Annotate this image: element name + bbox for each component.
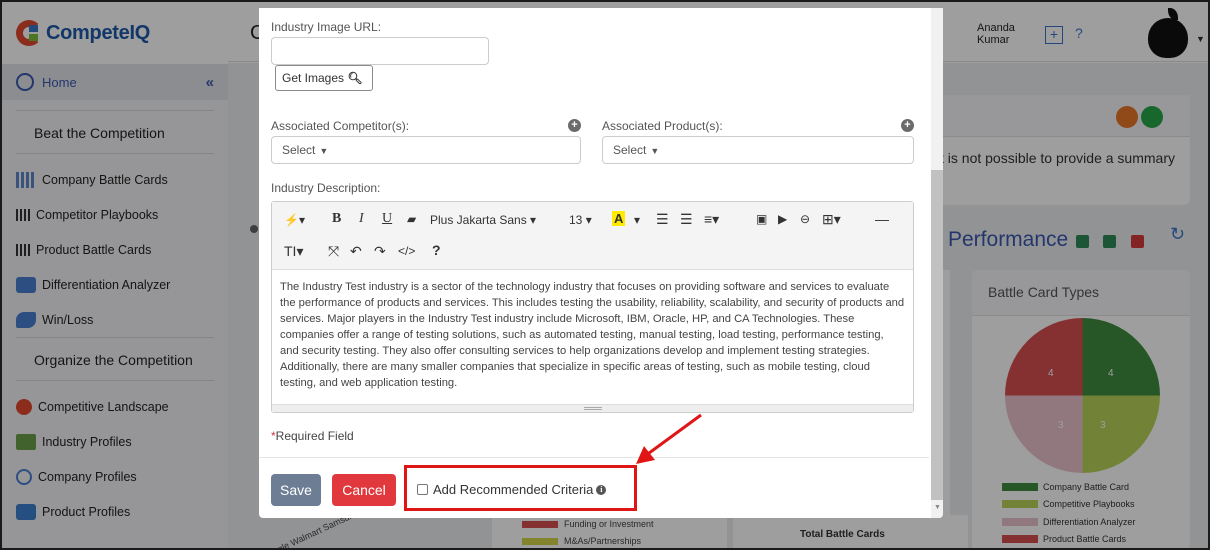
required-field-label: Required Field bbox=[275, 429, 354, 443]
code-view-button[interactable]: </> bbox=[398, 244, 415, 258]
industry-image-url-label: Industry Image URL: bbox=[271, 20, 382, 34]
italic-button[interactable]: I bbox=[359, 211, 364, 227]
text-transform-icon[interactable]: TI▾ bbox=[284, 243, 303, 260]
magic-wand-icon[interactable]: ⚡▾ bbox=[284, 213, 305, 227]
text-transform-label: TI bbox=[284, 243, 297, 259]
undo-icon[interactable]: ↶ bbox=[350, 243, 362, 260]
table-icon[interactable]: ⊞▾ bbox=[822, 211, 841, 228]
select-placeholder: Select bbox=[613, 143, 647, 157]
text-color-icon[interactable]: A bbox=[612, 211, 626, 226]
get-images-label: Get Images bbox=[282, 71, 345, 85]
bold-button[interactable]: B bbox=[332, 211, 341, 227]
editor-toolbar: ⚡▾ B I U ▰ Plus Jakarta Sans ▾ 13 ▾ A ▾ … bbox=[272, 202, 913, 270]
rich-text-editor: ⚡▾ B I U ▰ Plus Jakarta Sans ▾ 13 ▾ A ▾ … bbox=[271, 201, 914, 413]
video-icon[interactable]: ▶ bbox=[778, 212, 787, 226]
text-color-caret-icon[interactable]: ▾ bbox=[634, 213, 640, 227]
cancel-button[interactable]: Cancel bbox=[332, 474, 396, 506]
redo-icon[interactable]: ↷ bbox=[374, 243, 386, 260]
horizontal-rule-icon[interactable]: — bbox=[875, 211, 889, 227]
modal-scrollbar[interactable]: ▼ bbox=[931, 8, 943, 518]
scroll-down-icon[interactable]: ▼ bbox=[934, 504, 941, 511]
font-size-select[interactable]: 13 ▾ bbox=[569, 213, 592, 227]
scrollbar-thumb[interactable] bbox=[931, 170, 943, 500]
editor-resize-handle[interactable] bbox=[272, 404, 913, 412]
add-product-icon[interactable]: + bbox=[901, 119, 914, 132]
industry-description-label: Industry Description: bbox=[271, 181, 381, 195]
add-competitor-icon[interactable]: + bbox=[568, 119, 581, 132]
link-icon[interactable]: ⊖ bbox=[800, 212, 810, 226]
ordered-list-icon[interactable]: ☰ bbox=[680, 211, 693, 228]
annotation-arrow bbox=[636, 413, 702, 464]
font-family-value: Plus Jakarta Sans bbox=[430, 213, 527, 227]
image-icon[interactable]: ▣ bbox=[756, 212, 767, 226]
competitors-select[interactable]: Select ▼ bbox=[271, 136, 581, 164]
search-icon: 🔍︎ bbox=[347, 71, 363, 85]
get-images-button[interactable]: Get Images 🔍︎ bbox=[275, 65, 373, 91]
industry-description-text[interactable]: The Industry Test industry is a sector o… bbox=[272, 270, 913, 400]
required-field-note: *Required Field bbox=[271, 429, 354, 443]
industry-image-url-input[interactable] bbox=[271, 37, 489, 65]
select-placeholder: Select bbox=[282, 143, 316, 157]
eraser-icon[interactable]: ▰ bbox=[407, 212, 416, 226]
products-select[interactable]: Select ▼ bbox=[602, 136, 914, 164]
font-family-select[interactable]: Plus Jakarta Sans ▾ bbox=[430, 213, 536, 227]
underline-button[interactable]: U bbox=[382, 211, 392, 227]
save-button[interactable]: Save bbox=[271, 474, 321, 506]
caret-down-icon: ▼ bbox=[650, 146, 660, 156]
caret-down-icon: ▼ bbox=[319, 146, 329, 156]
help-icon[interactable]: ? bbox=[432, 242, 441, 258]
align-icon[interactable]: ≡▾ bbox=[704, 211, 719, 228]
unordered-list-icon[interactable]: ☰ bbox=[656, 211, 669, 228]
associated-products-label: Associated Product(s): bbox=[602, 119, 723, 133]
fullscreen-icon[interactable]: ⤧ bbox=[328, 243, 339, 260]
font-size-value: 13 bbox=[569, 213, 583, 227]
associated-competitors-label: Associated Competitor(s): bbox=[271, 119, 410, 133]
